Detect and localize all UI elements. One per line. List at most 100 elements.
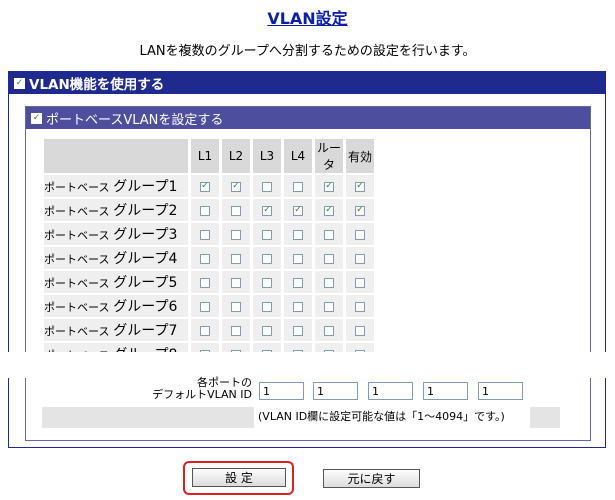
group-checkbox[interactable] (293, 205, 303, 216)
group-checkbox[interactable] (355, 181, 365, 192)
group-label: ポートベース グループ4 (44, 247, 188, 269)
port-group-table: L1 L2 L3 L4 ルータ 有効 ポートベース グループ1ポートベース グル… (44, 137, 374, 367)
group-cell (188, 295, 219, 317)
group-checkbox[interactable] (231, 181, 241, 192)
group-cell (312, 199, 343, 221)
group-checkbox[interactable] (355, 301, 365, 312)
vlan-id-input-5[interactable] (478, 382, 523, 400)
save-button[interactable]: 設 定 (192, 468, 286, 487)
group-checkbox[interactable] (324, 181, 334, 192)
group-cell (343, 223, 374, 245)
group-checkbox[interactable] (324, 277, 334, 288)
group-cell (219, 199, 250, 221)
group-checkbox[interactable] (324, 325, 334, 336)
group-checkbox[interactable] (355, 229, 365, 240)
group-cell (250, 295, 281, 317)
group-cell (312, 223, 343, 245)
group-checkbox[interactable] (293, 181, 303, 192)
group-checkbox[interactable] (200, 229, 210, 240)
group-cell (343, 319, 374, 341)
group-cell (188, 319, 219, 341)
group-checkbox[interactable] (262, 325, 272, 336)
render-gap (0, 352, 615, 378)
group-cell (250, 175, 281, 197)
column-header-l1: L1 (188, 139, 219, 173)
group-cell (281, 175, 312, 197)
vlan-id-input-2[interactable] (313, 382, 358, 400)
column-header-enabled: 有効 (343, 139, 374, 173)
group-checkbox[interactable] (262, 277, 272, 288)
group-checkbox[interactable] (231, 205, 241, 216)
group-checkbox[interactable] (293, 325, 303, 336)
note-spacer-right (530, 407, 560, 428)
vlan-enable-header: VLAN機能を使用する (9, 72, 605, 94)
table-row: ポートベース グループ3 (44, 223, 374, 245)
table-row: ポートベース グループ6 (44, 295, 374, 317)
group-cell (250, 247, 281, 269)
group-checkbox[interactable] (262, 253, 272, 264)
group-name: グループ1 (113, 179, 178, 195)
default-vlan-id-label: 各ポートの デフォルトVLAN ID (124, 377, 252, 401)
page-title: VLAN設定 (267, 9, 348, 28)
group-checkbox[interactable] (324, 301, 334, 312)
table-row: ポートベース グループ4 (44, 247, 374, 269)
table-row: ポートベース グループ1 (44, 175, 374, 197)
group-checkbox[interactable] (200, 181, 210, 192)
group-checkbox[interactable] (200, 325, 210, 336)
group-cell (188, 271, 219, 293)
port-vlan-checkbox[interactable] (31, 112, 42, 124)
group-checkbox[interactable] (262, 301, 272, 312)
vlan-id-input-4[interactable] (423, 382, 468, 400)
group-checkbox[interactable] (293, 229, 303, 240)
vlan-id-input-1[interactable] (259, 382, 304, 400)
group-checkbox[interactable] (324, 205, 334, 216)
group-cell (188, 223, 219, 245)
group-checkbox[interactable] (231, 229, 241, 240)
group-label: ポートベース グループ6 (44, 295, 188, 317)
group-checkbox[interactable] (293, 301, 303, 312)
group-checkbox[interactable] (262, 181, 272, 192)
vlan-enable-label: VLAN機能を使用する (29, 77, 165, 93)
group-label: ポートベース グループ1 (44, 175, 188, 197)
group-checkbox[interactable] (231, 277, 241, 288)
reset-button[interactable]: 元に戻す (323, 469, 420, 488)
group-cell (281, 247, 312, 269)
group-cell (219, 295, 250, 317)
group-checkbox[interactable] (262, 205, 272, 216)
group-cell (188, 247, 219, 269)
group-cell (343, 295, 374, 317)
group-checkbox[interactable] (200, 205, 210, 216)
group-name: グループ5 (113, 275, 178, 291)
group-checkbox[interactable] (355, 253, 365, 264)
group-cell (343, 199, 374, 221)
group-checkbox[interactable] (355, 277, 365, 288)
vlan-enable-checkbox[interactable] (14, 77, 25, 89)
table-row: ポートベース グループ7 (44, 319, 374, 341)
group-checkbox[interactable] (355, 325, 365, 336)
group-checkbox[interactable] (262, 229, 272, 240)
group-cell (312, 295, 343, 317)
group-checkbox[interactable] (231, 325, 241, 336)
group-cell (281, 271, 312, 293)
group-checkbox[interactable] (355, 205, 365, 216)
group-cell (281, 223, 312, 245)
group-prefix: ポートベース (44, 325, 110, 338)
group-cell (250, 199, 281, 221)
group-checkbox[interactable] (231, 301, 241, 312)
group-checkbox[interactable] (200, 253, 210, 264)
group-checkbox[interactable] (293, 277, 303, 288)
group-cell (219, 319, 250, 341)
column-header-l3: L3 (250, 139, 281, 173)
group-checkbox[interactable] (200, 301, 210, 312)
group-checkbox[interactable] (324, 253, 334, 264)
group-cell (219, 271, 250, 293)
vlan-id-input-3[interactable] (368, 382, 413, 400)
group-cell (343, 271, 374, 293)
column-header-router: ルータ (312, 139, 343, 173)
group-checkbox[interactable] (200, 277, 210, 288)
group-name: グループ7 (113, 323, 178, 339)
group-checkbox[interactable] (293, 253, 303, 264)
group-checkbox[interactable] (324, 229, 334, 240)
group-cell (281, 199, 312, 221)
group-checkbox[interactable] (231, 253, 241, 264)
